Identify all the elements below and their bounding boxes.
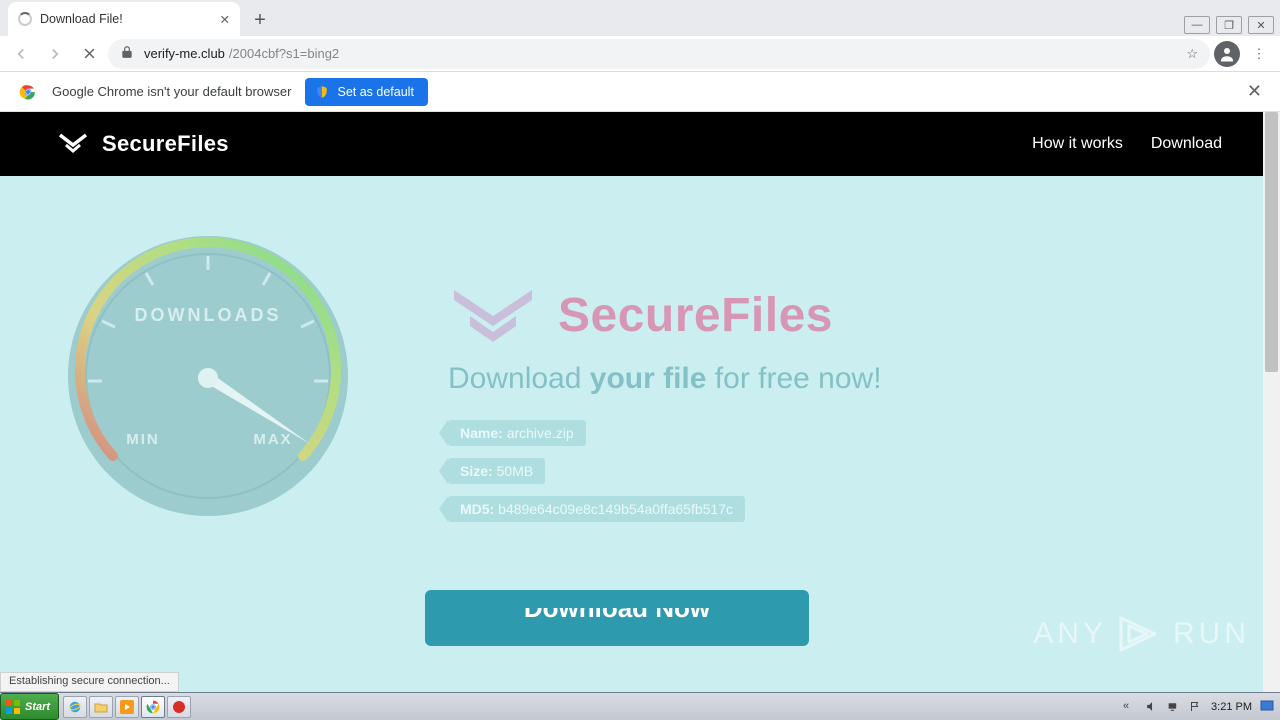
back-button[interactable] — [6, 39, 36, 69]
window-minimize-icon[interactable]: — — [1184, 16, 1210, 34]
loading-spinner-icon — [18, 12, 32, 26]
browser-toolbar: verify-me.club/2004cbf?s1=bing2 ☆ ⋮ — [0, 36, 1280, 72]
stop-button[interactable] — [74, 39, 104, 69]
taskbar-explorer-icon[interactable] — [89, 696, 113, 718]
hero-brand-name: SecureFiles — [558, 288, 833, 343]
file-md5-tag: MD5: b489e64c09e8c149b54a0ffa65fb517c — [448, 496, 745, 522]
play-icon — [1117, 614, 1163, 654]
start-button[interactable]: Start — [0, 693, 59, 720]
lock-icon — [120, 45, 134, 62]
scrollbar-thumb[interactable] — [1265, 112, 1278, 372]
site-nav: How it works Download — [1032, 135, 1222, 153]
status-bar: Establishing secure connection... — [0, 672, 179, 692]
tray-volume-icon[interactable] — [1145, 700, 1159, 714]
hero: DOWNLOADS MIN MAX SecureFiles Download y… — [0, 176, 1280, 526]
vertical-scrollbar[interactable] — [1263, 112, 1280, 692]
taskbar-ie-icon[interactable] — [63, 696, 87, 718]
set-default-label: Set as default — [337, 85, 413, 99]
brand-name: SecureFiles — [102, 131, 229, 157]
profile-avatar-icon[interactable] — [1214, 41, 1240, 67]
brand[interactable]: SecureFiles — [58, 131, 229, 157]
tray-flag-icon[interactable] — [1189, 700, 1203, 714]
file-size-tag: Size: 50MB — [448, 458, 545, 484]
tab-close-icon[interactable]: ✕ — [220, 12, 230, 27]
default-browser-infobar: Google Chrome isn't your default browser… — [0, 72, 1280, 112]
window-maximize-icon[interactable]: ❐ — [1216, 16, 1242, 34]
infobar-text: Google Chrome isn't your default browser — [52, 84, 291, 99]
tray-show-desktop-icon[interactable] — [1260, 700, 1274, 714]
download-now-button[interactable]: Download Now — [425, 590, 809, 646]
tray-network-icon[interactable] — [1167, 700, 1181, 714]
anyrun-watermark: ANY RUN — [1033, 614, 1250, 654]
bookmark-star-icon[interactable]: ☆ — [1186, 46, 1198, 62]
address-bar[interactable]: verify-me.club/2004cbf?s1=bing2 ☆ — [108, 39, 1210, 69]
gauge: DOWNLOADS MIN MAX — [58, 226, 358, 526]
forward-button[interactable] — [40, 39, 70, 69]
file-name-tag: Name: archive.zip — [448, 420, 586, 446]
url-domain: verify-me.club — [144, 46, 225, 61]
set-default-button[interactable]: Set as default — [305, 78, 427, 106]
page-viewport: SecureFiles How it works Download — [0, 112, 1280, 692]
tab-title: Download File! — [40, 12, 123, 26]
chrome-logo-icon — [18, 82, 38, 102]
tray-clock[interactable]: 3:21 PM — [1211, 701, 1252, 713]
windows-taskbar: Start « 3:21 PM — [0, 692, 1280, 720]
browser-titlebar: Download File! ✕ + — ❐ ✕ — [0, 0, 1280, 36]
subheadline: Download your file for free now! — [448, 362, 882, 396]
start-label: Start — [25, 701, 50, 713]
new-tab-button[interactable]: + — [246, 6, 274, 34]
hero-brand: SecureFiles — [448, 286, 882, 344]
gauge-title: DOWNLOADS — [135, 305, 282, 325]
gauge-max: MAX — [253, 431, 292, 448]
hero-chevron-icon — [448, 286, 538, 344]
taskbar-app-icon[interactable] — [167, 696, 191, 718]
kebab-menu-icon[interactable]: ⋮ — [1244, 39, 1274, 69]
taskbar-chrome-icon[interactable] — [141, 696, 165, 718]
site-header: SecureFiles How it works Download — [0, 112, 1280, 176]
shield-icon — [315, 85, 329, 99]
brand-chevron-icon — [58, 133, 88, 155]
browser-tab[interactable]: Download File! ✕ — [8, 2, 240, 36]
tray-expand-icon[interactable]: « — [1123, 700, 1137, 714]
nav-how-it-works[interactable]: How it works — [1032, 135, 1123, 153]
window-close-icon[interactable]: ✕ — [1248, 16, 1274, 34]
system-tray: « 3:21 PM — [1117, 700, 1280, 714]
nav-download[interactable]: Download — [1151, 135, 1222, 153]
gauge-min: MIN — [126, 431, 160, 448]
taskbar-media-icon[interactable] — [115, 696, 139, 718]
infobar-close-icon[interactable]: ✕ — [1247, 81, 1262, 102]
url-path: /2004cbf?s1=bing2 — [229, 46, 339, 61]
